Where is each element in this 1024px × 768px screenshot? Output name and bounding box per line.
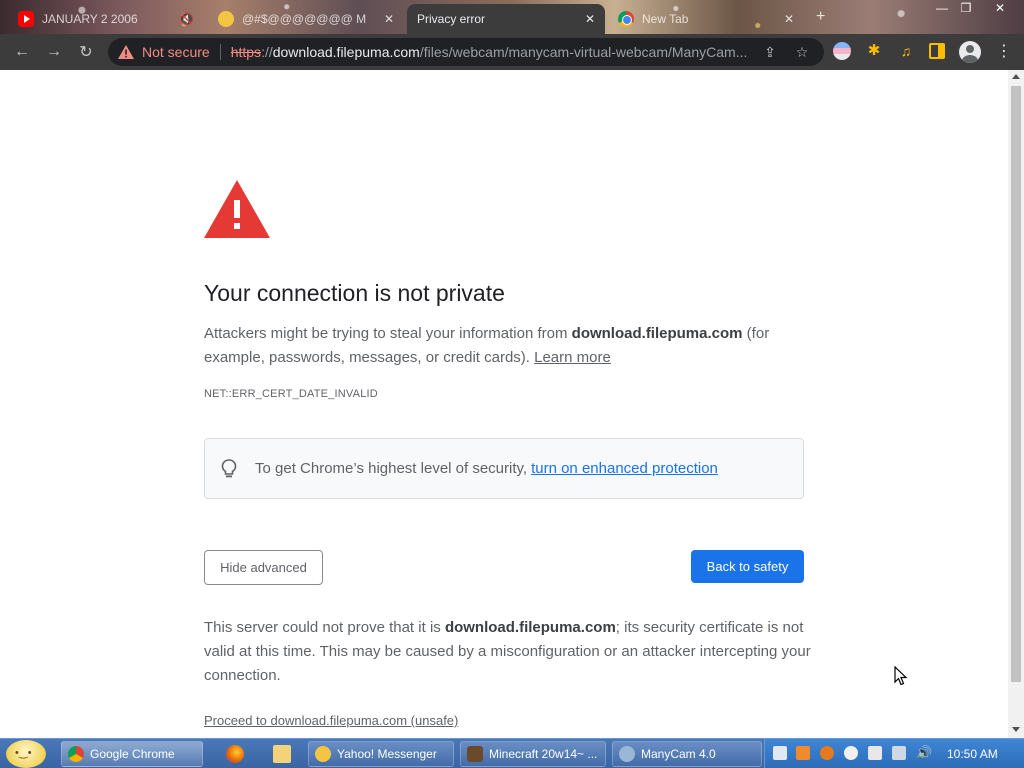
explanation-part: Attackers might be trying to steal your … xyxy=(204,325,572,342)
not-secure-label[interactable]: Not secure xyxy=(142,44,210,60)
system-tray: 🔊 10:50 AM xyxy=(764,739,1024,768)
tab-title: New Tab xyxy=(642,12,689,26)
learn-more-link[interactable]: Learn more xyxy=(534,349,611,366)
tray-app-icon[interactable] xyxy=(773,746,787,760)
back-button[interactable]: ← xyxy=(6,36,38,68)
maximize-button[interactable]: ❐ xyxy=(952,0,980,18)
taskbar-item-label: ManyCam 4.0 xyxy=(641,747,716,761)
tab-title: JANUARY 2 2006 xyxy=(42,12,138,26)
tab-title: @#$@@@@@@@ M xyxy=(242,12,367,26)
vertical-scrollbar[interactable] xyxy=(1008,70,1024,738)
share-icon[interactable]: ⇪ xyxy=(762,44,778,60)
smiley-icon xyxy=(218,11,234,27)
tray-app-icon[interactable] xyxy=(796,746,810,760)
new-tab-button[interactable]: + xyxy=(816,8,825,26)
hide-advanced-button[interactable]: Hide advanced xyxy=(204,550,323,585)
explanation-text: Attackers might be trying to steal your … xyxy=(204,322,804,370)
scrollbar-thumb[interactable] xyxy=(1011,86,1021,682)
volume-icon[interactable]: 🔊 xyxy=(916,746,932,760)
youtube-icon xyxy=(18,11,34,27)
host-name: download.filepuma.com xyxy=(571,325,743,342)
scroll-down-arrow-icon[interactable] xyxy=(1012,727,1020,732)
taskbar-item-label: Google Chrome xyxy=(90,747,175,761)
lightbulb-icon xyxy=(221,458,237,477)
url-text[interactable]: https://download.filepuma.com/files/webc… xyxy=(231,44,761,60)
menu-icon[interactable]: ⋮ xyxy=(996,41,1012,63)
tab-title: Privacy error xyxy=(417,12,486,26)
chrome-icon xyxy=(68,746,84,762)
yahoo-messenger-icon xyxy=(315,746,331,762)
tab-new-tab[interactable]: New Tab ✕ xyxy=(608,4,804,34)
profile-avatar-icon[interactable] xyxy=(959,41,981,63)
tab-strip: JANUARY 2 2006 🔇 @#$@@@@@@@ M ✕ Privacy … xyxy=(0,0,1024,34)
warning-icon[interactable] xyxy=(118,45,134,59)
network-icon[interactable] xyxy=(892,746,906,760)
url-host: download.filepuma.com xyxy=(272,44,420,60)
enhanced-protection-link[interactable]: turn on enhanced protection xyxy=(531,460,718,477)
bookmark-star-icon[interactable]: ☆ xyxy=(794,44,810,60)
tab-youtube[interactable]: JANUARY 2 2006 🔇 xyxy=(8,4,204,34)
side-panel-icon[interactable] xyxy=(929,43,945,59)
close-window-button[interactable]: ✕ xyxy=(986,0,1014,18)
start-button[interactable] xyxy=(6,740,46,768)
tab-privacy-error[interactable]: Privacy error ✕ xyxy=(407,4,605,34)
url-scheme: https xyxy=(230,44,262,60)
search-tray-icon[interactable] xyxy=(820,746,834,760)
folder-icon[interactable] xyxy=(273,745,291,763)
proceed-unsafe-link[interactable]: Proceed to download.filepuma.com (unsafe… xyxy=(204,713,458,728)
url-separator: :// xyxy=(261,44,273,60)
details-host-name: download.filepuma.com xyxy=(444,619,616,636)
tab-second[interactable]: @#$@@@@@@@ M ✕ xyxy=(208,4,404,34)
mouse-cursor-icon xyxy=(894,666,908,686)
url-path: /files/webcam/manycam-virtual-webcam/Man… xyxy=(419,44,748,60)
forward-button[interactable]: → xyxy=(38,36,70,68)
tab-close-icon[interactable]: ✕ xyxy=(585,12,595,26)
taskbar-item-manycam[interactable]: ManyCam 4.0 xyxy=(612,741,762,767)
mute-icon[interactable]: 🔇 xyxy=(179,12,194,26)
page-title: Your connection is not private xyxy=(204,280,505,306)
manycam-icon xyxy=(619,746,635,762)
clock[interactable]: 10:50 AM xyxy=(947,747,998,761)
error-code: NET::ERR_CERT_DATE_INVALID xyxy=(204,388,378,400)
interstitial-page: Your connection is not private Attackers… xyxy=(0,70,1008,738)
tab-close-icon[interactable]: ✕ xyxy=(384,12,394,26)
extension-flag-icon[interactable] xyxy=(833,42,851,60)
back-to-safety-button[interactable]: Back to safety xyxy=(691,550,804,583)
minecraft-icon xyxy=(467,746,483,762)
reload-button[interactable]: ↻ xyxy=(70,36,102,68)
taskbar-item-minecraft[interactable]: Minecraft 20w14~ ... xyxy=(460,741,606,767)
taskbar-item-label: Minecraft 20w14~ ... xyxy=(489,747,598,761)
enhanced-protection-box: To get Chrome’s highest level of securit… xyxy=(204,438,804,499)
details-text: This server could not prove that it is d… xyxy=(204,616,814,688)
taskbar-item-yahoo-messenger[interactable]: Yahoo! Messenger xyxy=(308,741,454,767)
taskbar-item-label: Yahoo! Messenger xyxy=(337,747,437,761)
tab-close-icon[interactable]: ✕ xyxy=(784,12,794,26)
address-bar[interactable]: Not secure https://download.filepuma.com… xyxy=(108,38,824,66)
extensions-puzzle-icon[interactable]: ✱ xyxy=(865,42,883,60)
firefox-icon[interactable] xyxy=(226,745,244,763)
media-control-icon[interactable]: ♫ xyxy=(897,42,915,60)
messenger-tray-icon[interactable] xyxy=(844,746,858,760)
action-center-icon[interactable] xyxy=(868,746,882,760)
details-part: This server could not prove that it is xyxy=(204,619,445,636)
scroll-up-arrow-icon[interactable] xyxy=(1012,74,1020,79)
taskbar: Google Chrome Yahoo! Messenger Minecraft… xyxy=(0,738,1024,768)
enhanced-protection-text: To get Chrome’s highest level of securit… xyxy=(255,460,528,477)
danger-warning-icon xyxy=(204,180,270,238)
divider xyxy=(219,44,221,60)
chrome-icon xyxy=(618,11,634,27)
taskbar-item-chrome[interactable]: Google Chrome xyxy=(61,741,203,767)
